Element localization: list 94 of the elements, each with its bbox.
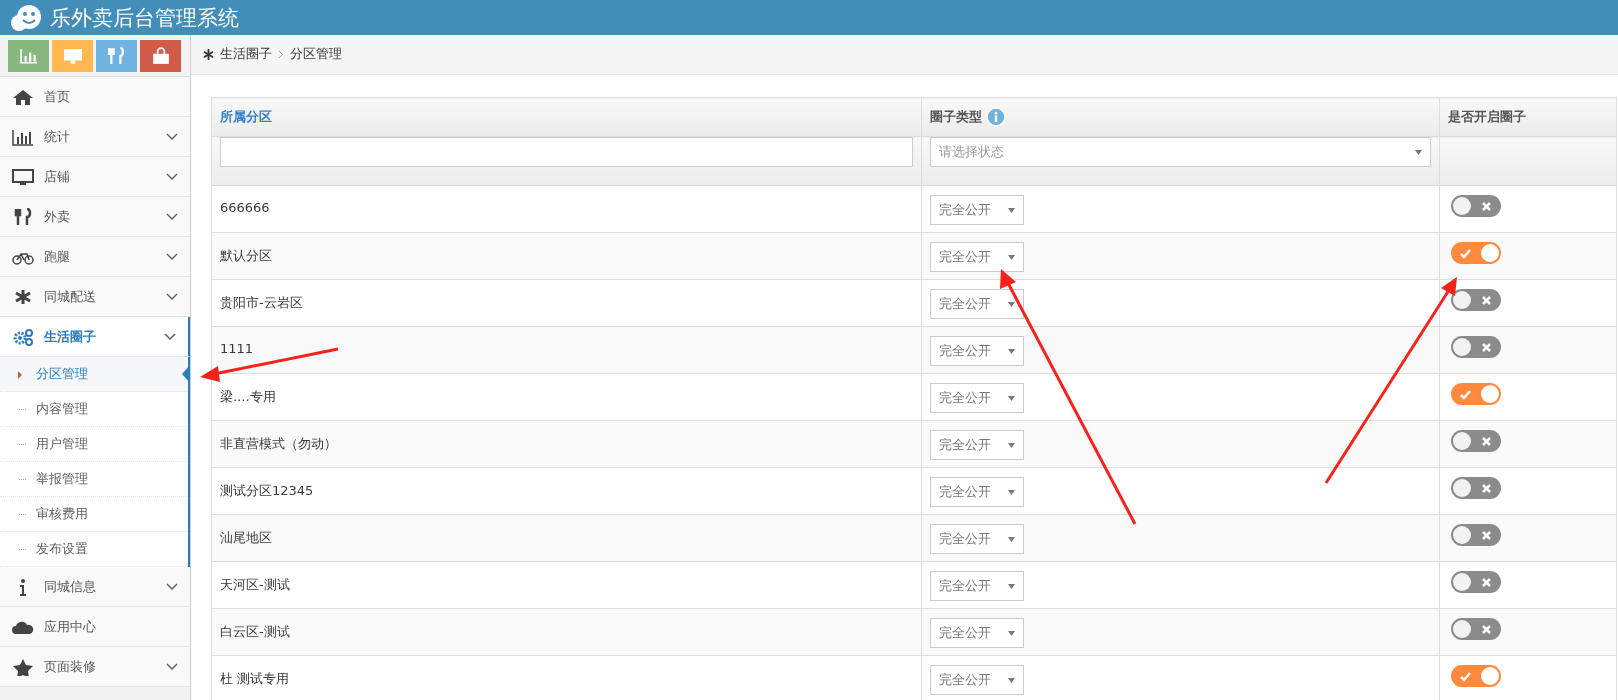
toggle-switch[interactable] [1451, 430, 1501, 452]
type-dropdown[interactable]: 完全公开 [930, 336, 1024, 366]
gears-icon [12, 327, 34, 346]
table-cell-text: 天河区-测试 [220, 576, 290, 594]
home-icon [12, 87, 34, 106]
shortcut-button[interactable] [96, 39, 137, 72]
search-field[interactable] [220, 137, 913, 167]
sidebar-item[interactable]: 外卖 [0, 197, 190, 237]
column-header: 圈子类型 [921, 97, 1440, 137]
caret-down-icon [1008, 207, 1015, 213]
toggle-switch[interactable] [1451, 383, 1501, 405]
sidebar-item[interactable]: 统计 [0, 117, 190, 157]
asterisk-icon [203, 49, 214, 60]
breadcrumb-item[interactable]: 生活圈子 [220, 46, 272, 63]
caret-down-icon [1008, 254, 1015, 260]
sidebar-item[interactable]: 首页 [0, 77, 190, 117]
table-cell-text: 测试分区12345 [220, 482, 314, 500]
toggle-switch[interactable] [1451, 665, 1501, 687]
toggle-switch[interactable] [1451, 242, 1501, 264]
table-cell-text: 汕尾地区 [220, 529, 272, 547]
monitor-icon [61, 46, 84, 65]
sidebar-item[interactable]: 页面装修 [0, 647, 190, 687]
sidebar-item[interactable]: 同城配送 [0, 277, 190, 317]
cutlery-icon [12, 207, 34, 226]
column-header: 是否开启圈子 [1439, 97, 1617, 137]
caret-down-icon [1415, 149, 1422, 155]
caret-down-icon [1008, 348, 1015, 354]
submenu-item[interactable]: 审核费用 [0, 497, 188, 532]
type-dropdown[interactable]: 完全公开 [930, 618, 1024, 648]
table-cell-text: 非直营模式（勿动） [220, 435, 337, 453]
sidebar-item[interactable]: 生活圈子 [0, 317, 190, 357]
caret-down-icon [1008, 677, 1015, 683]
caret-down-icon [1008, 630, 1015, 636]
shortcut-button[interactable] [52, 39, 93, 72]
type-dropdown[interactable]: 完全公开 [930, 665, 1024, 695]
caret-down-icon [1008, 301, 1015, 307]
caret-down-icon [1008, 489, 1015, 495]
breadcrumb-item: 分区管理 [290, 46, 342, 63]
monitor-icon [12, 167, 34, 186]
toggle-switch[interactable] [1451, 195, 1501, 217]
table-cell-text: 杜 测试专用 [220, 670, 290, 688]
star-icon [12, 657, 34, 676]
submenu-item[interactable]: 内容管理 [0, 392, 188, 427]
check-icon [1460, 670, 1471, 682]
submenu-item[interactable]: 用户管理 [0, 427, 188, 462]
toggle-switch[interactable] [1451, 571, 1501, 593]
column-header[interactable]: 所属分区 [211, 97, 922, 137]
type-dropdown[interactable]: 完全公开 [930, 477, 1024, 507]
type-dropdown[interactable]: 完全公开 [930, 195, 1024, 225]
info-icon[interactable] [986, 107, 1006, 127]
type-dropdown[interactable]: 完全公开 [930, 524, 1024, 554]
toggle-switch[interactable] [1451, 477, 1501, 499]
type-dropdown[interactable]: 完全公开 [930, 289, 1024, 319]
toggle-switch[interactable] [1451, 618, 1501, 640]
table-cell-text: 贵阳市-云岩区 [220, 294, 303, 312]
close-icon [1481, 482, 1492, 494]
bar-chart-icon [12, 127, 34, 146]
app-title: 乐外卖后台管理系统 [50, 4, 239, 32]
toggle-switch[interactable] [1451, 289, 1501, 311]
info-icon [20, 577, 26, 596]
close-icon [1481, 576, 1492, 588]
close-icon [1481, 623, 1492, 635]
type-dropdown[interactable]: 完全公开 [930, 571, 1024, 601]
caret-down-icon [1008, 583, 1015, 589]
type-dropdown[interactable]: 完全公开 [930, 242, 1024, 272]
caret-down-icon [1008, 536, 1015, 542]
table-cell-text: 白云区-测试 [220, 623, 290, 641]
close-icon [1481, 341, 1492, 353]
table-cell-text: 1111 [220, 340, 254, 356]
table-cell-text: 梁....专用 [220, 388, 276, 406]
toggle-switch[interactable] [1451, 336, 1501, 358]
table-cell-text: 666666 [220, 199, 270, 215]
toggle-switch[interactable] [1451, 524, 1501, 546]
caret-down-icon [1008, 395, 1015, 401]
check-icon [1460, 247, 1471, 259]
type-dropdown[interactable]: 完全公开 [930, 430, 1024, 460]
close-icon [1481, 200, 1492, 212]
close-icon [1481, 294, 1492, 306]
sidebar-item[interactable]: 同城信息 [0, 567, 190, 607]
table-cell-text: 默认分区 [220, 247, 272, 265]
chevron-right-icon [278, 50, 284, 59]
type-dropdown[interactable]: 完全公开 [930, 383, 1024, 413]
sidebar-item[interactable]: 店铺 [0, 157, 190, 197]
close-icon [1481, 529, 1492, 541]
submenu-item[interactable]: 举报管理 [0, 462, 188, 497]
bar-chart-icon [17, 46, 40, 65]
submenu-item[interactable]: 分区管理 [0, 357, 188, 392]
caret-down-icon [1008, 442, 1015, 448]
shortcut-button[interactable] [8, 39, 49, 72]
sidebar-item[interactable]: 应用中心 [0, 607, 190, 647]
shortcut-button[interactable] [140, 39, 181, 72]
check-icon [1460, 388, 1471, 400]
sidebar-item[interactable]: 跑腿 [0, 237, 190, 277]
close-icon [1481, 435, 1492, 447]
